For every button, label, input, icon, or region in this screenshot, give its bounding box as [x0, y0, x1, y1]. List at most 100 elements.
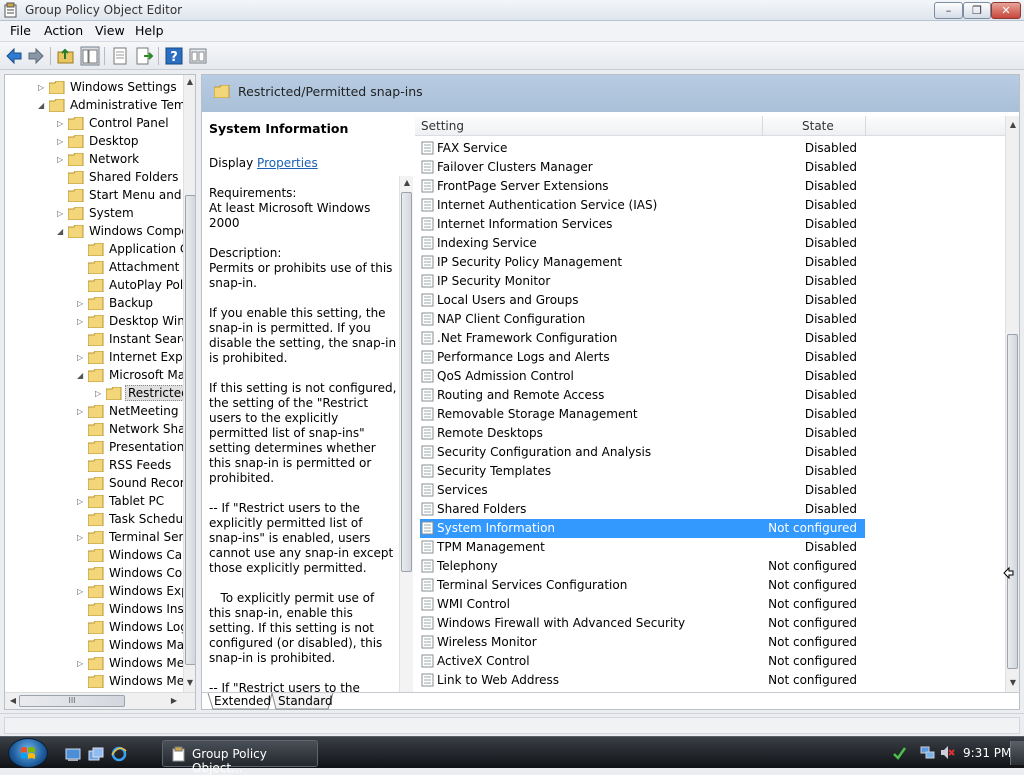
menu-action[interactable]: Action [44, 23, 83, 38]
properties-link[interactable]: Properties [257, 156, 318, 170]
tree-vertical-scrollbar[interactable]: ▲ ▼ [183, 75, 195, 692]
table-row[interactable]: ActiveX Control Not configured [415, 652, 1005, 671]
tree-item[interactable]: ▷ Restricted/ [5, 385, 195, 403]
table-row[interactable]: FAX Service Disabled [415, 139, 1005, 158]
table-row[interactable]: System Information Not configured [415, 519, 1005, 538]
tree-item[interactable]: RSS Feeds [5, 457, 183, 475]
tree-item[interactable]: ◢ Microsoft Ma [5, 367, 185, 385]
table-row[interactable]: Shared Folders Disabled [415, 500, 1005, 519]
tree-item[interactable]: Windows Mai [5, 637, 187, 655]
taskbar-button-group-policy[interactable]: Group Policy Object... [162, 740, 318, 775]
table-row[interactable]: Performance Logs and Alerts Disabled [415, 348, 1005, 367]
list-scroll-down-arrow-icon[interactable]: ▼ [1007, 678, 1019, 687]
show-hide-tree-icon[interactable] [80, 46, 100, 66]
tree-item[interactable]: Windows Colo [5, 565, 193, 583]
expand-arrow-icon[interactable]: ▷ [57, 137, 66, 146]
tree-item[interactable]: Network Shari [5, 421, 194, 439]
scroll-down-arrow-icon[interactable]: ▼ [184, 678, 195, 687]
list-scroll-thumb[interactable] [1007, 334, 1018, 669]
forward-arrow-icon[interactable] [26, 46, 46, 66]
expand-arrow-icon[interactable]: ▷ [77, 407, 86, 416]
tree-item[interactable]: ▷ Desktop [5, 133, 183, 151]
export-list-icon[interactable] [134, 46, 154, 66]
help-icon[interactable]: ? [164, 46, 184, 66]
tree-item[interactable]: ▷ Control Panel [5, 115, 183, 133]
table-row[interactable]: IP Security Policy Management Disabled [415, 253, 1005, 272]
tree-item[interactable]: ▷ Windows Expl [5, 583, 192, 601]
table-row[interactable]: Windows Firewall with Advanced Security N… [415, 614, 1005, 633]
collapse-arrow-icon[interactable]: ◢ [57, 227, 66, 236]
tree-item[interactable]: ▷ Terminal Serv [5, 529, 191, 547]
table-row[interactable]: Internet Information Services Disabled [415, 215, 1005, 234]
table-row[interactable]: TPM Management Disabled [415, 538, 1005, 557]
tree-item[interactable]: Task Schedule [5, 511, 194, 529]
table-row[interactable]: QoS Admission Control Disabled [415, 367, 1005, 386]
table-row[interactable]: IP Security Monitor Disabled [415, 272, 1005, 291]
table-row[interactable]: Failover Clusters Manager Disabled [415, 158, 1005, 177]
table-row[interactable]: Services Disabled [415, 481, 1005, 500]
show-desktop-button[interactable] [1010, 741, 1024, 765]
volume-muted-icon[interactable] [940, 745, 955, 760]
expand-arrow-icon[interactable]: ▷ [57, 155, 66, 164]
filter-view-icon[interactable] [188, 46, 208, 66]
tree-item[interactable]: ▷ Windows Mec [5, 655, 191, 673]
menu-file[interactable]: File [10, 23, 31, 38]
tab-extended[interactable]: Extended [214, 694, 271, 708]
tree-item[interactable]: Sound Record [5, 475, 192, 493]
tree-item[interactable]: Windows Mes [5, 673, 190, 691]
table-row[interactable]: Remote Desktops Disabled [415, 424, 1005, 443]
tree-item[interactable]: Windows Insta [5, 601, 195, 619]
description-scrollbar[interactable]: ▲ ▼ [399, 176, 413, 692]
list-scroll-up-arrow-icon[interactable]: ▲ [1007, 120, 1019, 129]
tree-item[interactable]: Windows Cale [5, 547, 193, 565]
safely-remove-icon[interactable] [892, 745, 907, 760]
tree-item[interactable]: AutoPlay Polic [5, 277, 193, 295]
collapse-arrow-icon[interactable]: ◢ [77, 371, 86, 380]
table-row[interactable]: WMI Control Not configured [415, 595, 1005, 614]
expand-arrow-icon[interactable]: ▷ [77, 659, 86, 668]
tree-horizontal-scrollbar[interactable]: ◀ III ▶ [5, 692, 195, 709]
tree-item[interactable]: ◢ Windows Compo [5, 223, 189, 241]
table-row[interactable]: Removable Storage Management Disabled [415, 405, 1005, 424]
start-button[interactable] [8, 738, 48, 768]
tree-item[interactable]: ▷ System [5, 205, 183, 223]
table-row[interactable]: Link to Web Address Not configured [415, 671, 1005, 690]
network-icon[interactable] [920, 745, 935, 760]
expand-arrow-icon[interactable]: ▷ [77, 317, 86, 326]
menu-view[interactable]: View [95, 23, 125, 38]
tree-item[interactable]: ◢ Administrative Temp [5, 97, 193, 115]
table-row[interactable]: Terminal Services Configuration Not confi… [415, 576, 1005, 595]
column-header-state[interactable]: State [802, 119, 834, 133]
tree-item[interactable]: Start Menu and T [5, 187, 193, 205]
tree-pane[interactable]: ▷ Windows Settings ◢ Administrative Temp ▷ Co… [4, 74, 196, 710]
tree-item[interactable]: ▷ Backup [5, 295, 183, 313]
expand-arrow-icon[interactable]: ▷ [77, 533, 86, 542]
table-row[interactable]: Routing and Remote Access Disabled [415, 386, 1005, 405]
tree-item[interactable]: Application C [5, 241, 188, 259]
tree-scroll-thumb[interactable] [185, 195, 195, 665]
expand-arrow-icon[interactable]: ▷ [57, 119, 66, 128]
tree-item[interactable]: Windows Log [5, 619, 188, 637]
scroll-right-arrow-icon[interactable]: ▶ [169, 696, 179, 705]
tree-item[interactable]: Attachment M [5, 259, 194, 277]
tree-item[interactable]: Presentation S [5, 439, 195, 457]
desc-scroll-thumb[interactable] [401, 192, 412, 572]
up-folder-icon[interactable] [56, 46, 76, 66]
column-header-setting[interactable]: Setting [421, 119, 464, 133]
expand-arrow-icon[interactable]: ▷ [95, 389, 104, 398]
tree-item[interactable]: ▷ Desktop Wind [5, 313, 192, 331]
tree-item[interactable]: ▷ Network [5, 151, 183, 169]
tree-item[interactable]: ▷ Tablet PC [5, 493, 183, 511]
table-row[interactable]: NAP Client Configuration Disabled [415, 310, 1005, 329]
table-row[interactable]: FrontPage Server Extensions Disabled [415, 177, 1005, 196]
tree-item[interactable]: ▷ NetMeeting [5, 403, 183, 421]
expand-arrow-icon[interactable]: ▷ [57, 209, 66, 218]
table-row[interactable]: Local Users and Groups Disabled [415, 291, 1005, 310]
tree-item[interactable]: ▷ Internet Explo [5, 349, 193, 367]
show-desktop-icon[interactable] [65, 746, 81, 762]
menu-help[interactable]: Help [135, 23, 164, 38]
table-row[interactable]: Security Templates Disabled [415, 462, 1005, 481]
tab-standard[interactable]: Standard [278, 694, 333, 708]
table-row[interactable]: Telephony Not configured [415, 557, 1005, 576]
minimize-button[interactable]: – [934, 2, 963, 19]
